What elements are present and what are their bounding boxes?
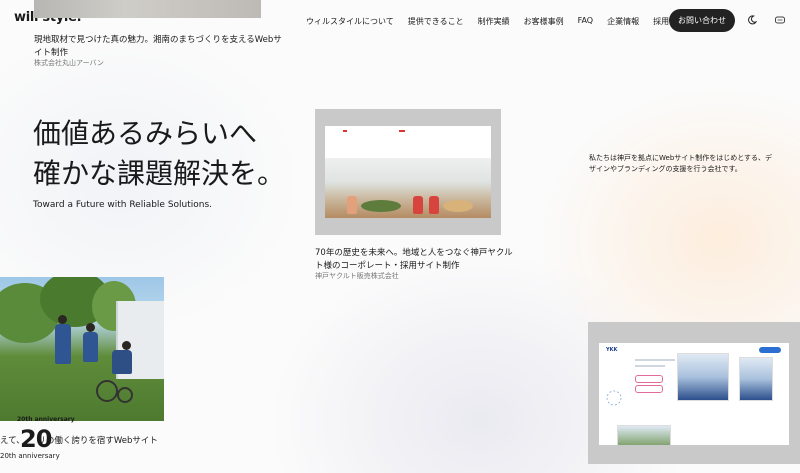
contact-button[interactable]: お問い合わせ: [669, 9, 735, 32]
work-thumbnail-bottom-left[interactable]: [0, 277, 164, 421]
hero-subtitle: Toward a Future with Reliable Solutions.: [33, 200, 213, 210]
work-thumbnail-middle[interactable]: [315, 109, 501, 235]
anniversary-small-text: 20th anniversary: [17, 416, 75, 423]
menu-icon[interactable]: [775, 16, 785, 24]
site-screenshot: YKK: [599, 343, 789, 445]
main-nav: ウィルスタイルについて 提供できること 制作実績 お客様事例 FAQ 企業情報 …: [306, 16, 685, 27]
work-title-bottom-left[interactable]: えて、 リの働く誇りを宿すWebサイト: [0, 434, 158, 446]
moon-icon[interactable]: [747, 15, 757, 25]
work-title-top[interactable]: 現地取材で見つけた真の魅力。湘南のまちづくりを支えるWebサイト制作: [34, 34, 284, 60]
work-client-middle: 神戸ヤクルト販売株式会社: [315, 272, 399, 280]
site-screenshot: [325, 126, 491, 218]
work-client-top: 株式会社丸山アーバン: [34, 59, 104, 67]
work-thumbnail-bottom-right[interactable]: YKK: [588, 322, 800, 464]
about-text: 私たちは神戸を拠点にWebサイト制作をはじめとする、デザインやブランディングの支…: [589, 154, 773, 173]
nav-item-cases[interactable]: お客様事例: [524, 16, 564, 27]
work-title-middle[interactable]: 70年の歴史を未来へ。地域と人をつなぐ神戸ヤクルト様のコーポレート・採用サイト制…: [315, 247, 515, 273]
work-thumbnail-top[interactable]: [34, 0, 261, 18]
nav-item-about[interactable]: ウィルスタイルについて: [306, 16, 394, 27]
hero-heading-line1: 価値あるみらいへ: [33, 117, 258, 150]
food-photo: [325, 158, 491, 218]
anniversary-label: 20th anniversary: [0, 452, 60, 460]
nav-item-faq[interactable]: FAQ: [578, 16, 594, 27]
nav-item-company[interactable]: 企業情報: [607, 16, 639, 27]
nav-item-works[interactable]: 制作実績: [478, 16, 510, 27]
hero-heading-line2: 確かな課題解決を。: [33, 157, 286, 190]
nav-item-services[interactable]: 提供できること: [408, 16, 464, 27]
screenshot-logo: YKK: [606, 347, 618, 353]
